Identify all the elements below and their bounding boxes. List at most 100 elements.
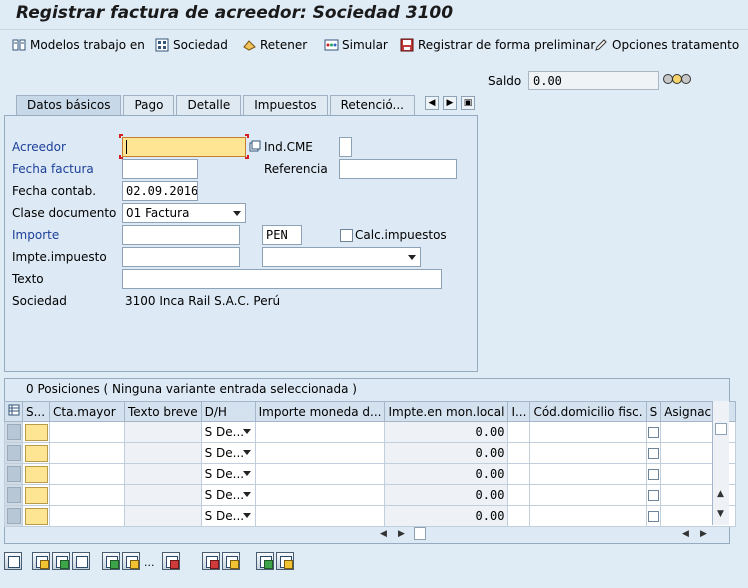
row-selector-button[interactable]	[6, 508, 21, 524]
sociedad-button[interactable]: Sociedad	[155, 36, 228, 54]
status-box[interactable]	[24, 444, 48, 462]
s-cell[interactable]	[645, 505, 662, 527]
scroll-up-icon[interactable]: ▲	[717, 489, 724, 499]
cta-mayor-cell[interactable]	[49, 442, 125, 464]
texto-breve-cell[interactable]	[124, 484, 202, 506]
scroll-left-end-icon[interactable]: ◀	[682, 529, 689, 539]
dh-cell[interactable]: S De...	[200, 463, 256, 485]
scroll-left-icon[interactable]: ◀	[380, 529, 387, 539]
column-config-icon[interactable]	[4, 401, 23, 422]
fecha-factura-input[interactable]	[122, 159, 198, 179]
s-cell[interactable]	[645, 442, 662, 464]
row-selector-button[interactable]	[6, 424, 21, 440]
column-header-indicador[interactable]: I...	[507, 401, 531, 422]
indcme-input[interactable]	[339, 137, 352, 157]
importe-moneda-cell[interactable]	[254, 484, 386, 506]
s-cell[interactable]	[645, 484, 662, 506]
texto-input[interactable]	[122, 269, 442, 289]
vertical-scrollbar[interactable]: ▲ ▼	[712, 401, 729, 525]
dh-cell[interactable]: S De...	[200, 442, 256, 464]
moneda-input[interactable]: PEN	[262, 225, 302, 245]
impte-impuesto-input[interactable]	[122, 247, 240, 267]
row-checkbox[interactable]	[647, 489, 659, 501]
details-icon[interactable]	[32, 552, 50, 570]
texto-breve-cell[interactable]	[124, 463, 202, 485]
indicador-cell[interactable]	[507, 463, 531, 485]
horizontal-scrollbar[interactable]: ◀ ▶ ◀ ▶	[380, 526, 728, 542]
importe-moneda-cell[interactable]	[254, 442, 386, 464]
indicador-cell[interactable]	[507, 442, 531, 464]
print-icon[interactable]	[256, 552, 274, 570]
copy-row-icon[interactable]	[122, 552, 140, 570]
tab-pago[interactable]: Pago	[123, 95, 175, 115]
cta-mayor-cell[interactable]	[49, 463, 125, 485]
search-help-icon[interactable]	[249, 140, 261, 155]
indicador-cell[interactable]	[507, 505, 531, 527]
referencia-input[interactable]	[339, 159, 457, 179]
indicador-impuesto-select[interactable]	[262, 247, 421, 267]
tab-scroll-right-icon[interactable]: ▶	[443, 96, 457, 110]
row-checkbox[interactable]	[647, 510, 659, 522]
status-box[interactable]	[24, 465, 48, 483]
column-header-texto-breve[interactable]: Texto breve	[124, 401, 202, 422]
cod-domicilio-cell[interactable]	[529, 463, 647, 485]
column-header-importe-moneda[interactable]: Importe moneda d...	[254, 401, 386, 422]
acreedor-input[interactable]	[122, 137, 246, 157]
delete-row-icon[interactable]	[162, 552, 180, 570]
tab-scroll-left-icon[interactable]: ◀	[425, 96, 439, 110]
cod-domicilio-cell[interactable]	[529, 505, 647, 527]
tab-detalle[interactable]: Detalle	[176, 95, 242, 115]
cta-mayor-cell[interactable]	[49, 484, 125, 506]
row-selector[interactable]	[4, 484, 23, 506]
importe-moneda-cell[interactable]	[254, 463, 386, 485]
simular-button[interactable]: Simular	[324, 36, 388, 54]
row-selector-button[interactable]	[6, 466, 21, 482]
importe-moneda-cell[interactable]	[254, 505, 386, 527]
tab-list-icon[interactable]: ▣	[461, 96, 475, 110]
status-cell[interactable]	[22, 421, 50, 443]
status-cell[interactable]	[22, 463, 50, 485]
paste-icon[interactable]	[222, 552, 240, 570]
row-checkbox[interactable]	[647, 468, 659, 480]
texto-breve-cell[interactable]	[124, 505, 202, 527]
row-selector[interactable]	[4, 463, 23, 485]
dh-cell[interactable]: S De...	[200, 505, 256, 527]
tab-impuestos[interactable]: Impuestos	[243, 95, 328, 115]
row-selector[interactable]	[4, 442, 23, 464]
row-selector[interactable]	[4, 505, 23, 527]
calc-impuestos-checkbox[interactable]	[340, 229, 353, 242]
scroll-down-icon[interactable]: ▼	[717, 509, 724, 519]
tab-retencion[interactable]: Retenció...	[329, 95, 415, 115]
deselect-icon[interactable]	[72, 552, 90, 570]
cta-mayor-cell[interactable]	[49, 421, 125, 443]
row-checkbox[interactable]	[647, 426, 659, 438]
hscroll-thumb[interactable]	[414, 527, 426, 540]
retener-button[interactable]: Retener	[242, 36, 307, 54]
scroll-thumb[interactable]	[715, 423, 727, 435]
registrar-preliminar-button[interactable]: Registrar de forma preliminar	[400, 36, 595, 54]
indicador-cell[interactable]	[507, 421, 531, 443]
importe-input[interactable]	[122, 225, 240, 245]
modelos-trabajo-button[interactable]: Modelos trabajo en	[12, 36, 145, 54]
status-box[interactable]	[24, 423, 48, 441]
scroll-right-icon[interactable]: ▶	[700, 529, 707, 539]
copy-icon[interactable]	[202, 552, 220, 570]
texto-breve-cell[interactable]	[124, 421, 202, 443]
tab-datos-basicos[interactable]: Datos básicos	[16, 95, 122, 116]
s-cell[interactable]	[645, 421, 662, 443]
fecha-contab-input[interactable]: 02.09.2016	[122, 181, 198, 201]
filter-icon[interactable]	[276, 552, 294, 570]
opciones-tratamento-button[interactable]: Opciones tratamento	[594, 36, 739, 54]
row-checkbox[interactable]	[647, 447, 659, 459]
column-header-cod-domicilio[interactable]: Cód.domicilio fisc.	[529, 401, 647, 422]
clase-documento-select[interactable]: 01 Factura	[122, 203, 246, 223]
select-all-icon[interactable]	[52, 552, 70, 570]
status-cell[interactable]	[22, 442, 50, 464]
more-icon[interactable]: ...	[144, 556, 155, 569]
status-cell[interactable]	[22, 484, 50, 506]
column-header-s[interactable]: S	[645, 401, 662, 422]
column-header-impte-mon-local[interactable]: Impte.en mon.local	[384, 401, 509, 422]
importe-moneda-cell[interactable]	[254, 421, 386, 443]
insert-row-icon[interactable]	[102, 552, 120, 570]
column-header-status[interactable]: S...	[22, 401, 50, 422]
